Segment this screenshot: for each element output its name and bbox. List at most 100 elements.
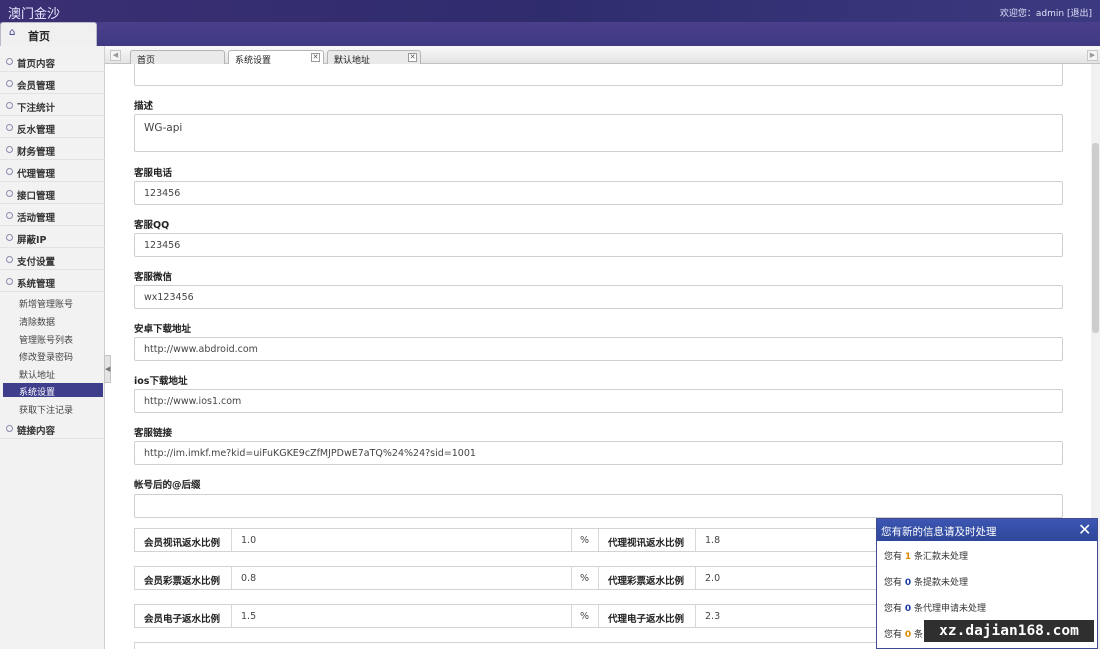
tab-default-address[interactable]: 默认地址 ✕ xyxy=(327,50,421,66)
tab-scroll-left-icon[interactable]: ◀ xyxy=(110,50,121,61)
sidebar-item-label: 财务管理 xyxy=(17,147,56,158)
field-label-account-suffix: 帐号后的@后缀 xyxy=(134,480,201,491)
tab-scroll-right-icon[interactable]: ▶ xyxy=(1087,50,1098,61)
plus-icon xyxy=(6,212,13,219)
plus-icon xyxy=(6,58,13,65)
header-band xyxy=(0,22,1100,46)
submenu-admin-list[interactable]: 管理账号列表 xyxy=(3,331,103,346)
sidebar-item-label: 首页内容 xyxy=(17,59,56,70)
tab-close-icon[interactable]: ✕ xyxy=(408,53,417,62)
field-value: 1.0 xyxy=(241,535,257,546)
sidebar-item-label: 下注统计 xyxy=(17,103,56,114)
account-suffix-input[interactable] xyxy=(134,494,1063,518)
plus-icon xyxy=(6,146,13,153)
notice-prefix: 您有 xyxy=(884,578,903,588)
notice-suffix: 条 xyxy=(914,630,924,640)
close-icon[interactable]: ✕ xyxy=(1078,520,1091,539)
notice-line[interactable]: 您有 0 条代理申请未处理 xyxy=(884,601,986,614)
field-label-service-link: 客服链接 xyxy=(134,428,173,439)
submenu-system-settings[interactable]: 系统设置 xyxy=(3,383,103,398)
notice-count: 1 xyxy=(904,552,912,562)
submenu-clear-data[interactable]: 清除数据 xyxy=(3,313,103,328)
submenu-label: 获取下注记录 xyxy=(19,406,74,416)
field-label-android-url: 安卓下载地址 xyxy=(134,324,192,335)
android-url-input[interactable]: http://www.abdroid.com xyxy=(134,337,1063,361)
sidebar-item-label: 会员管理 xyxy=(17,81,56,92)
plus-icon xyxy=(6,234,13,241)
notice-suffix: 条汇款未处理 xyxy=(914,552,969,562)
member-rebate-input[interactable]: 1.0 xyxy=(232,529,572,551)
agent-rebate-label: 代理电子返水比例 xyxy=(608,614,685,625)
field-value: http://www.abdroid.com xyxy=(144,344,258,355)
service-link-input[interactable]: http://im.imkf.me?kid=uiFuKGKE9cZfMJPDwE… xyxy=(134,441,1063,465)
sidebar-item-rebate[interactable]: 反水管理 xyxy=(0,118,105,138)
logout-link[interactable]: [退出] xyxy=(1067,9,1092,19)
member-rebate-label: 会员电子返水比例 xyxy=(144,614,221,625)
user-bar: 欢迎您：admin [退出] xyxy=(1000,6,1092,19)
home-main-tab[interactable]: ⌂ 首页 xyxy=(0,22,97,46)
percent-cell: % xyxy=(572,605,599,627)
notice-line[interactable]: 您有 0 条 xyxy=(884,627,923,640)
field-value: 1.5 xyxy=(241,611,257,622)
sidebar-item-system[interactable]: 系统管理 xyxy=(0,272,105,292)
field-value: 0.8 xyxy=(241,573,257,584)
sidebar-item-label: 代理管理 xyxy=(17,169,56,180)
sidebar-item-payment[interactable]: 支付设置 xyxy=(0,250,105,270)
rebate-cell: 代理视讯返水比例 xyxy=(599,529,696,551)
plus-icon xyxy=(6,168,13,175)
ios-url-input[interactable]: http://www.ios1.com xyxy=(134,389,1063,413)
tab-close-icon[interactable]: ✕ xyxy=(311,53,320,62)
field-value: wx123456 xyxy=(144,292,194,303)
notice-line[interactable]: 您有 1 条汇款未处理 xyxy=(884,549,968,562)
field-value: 2.0 xyxy=(705,573,721,584)
sidebar-item-activities[interactable]: 活动管理 xyxy=(0,206,105,226)
field-label-phone: 客服电话 xyxy=(134,168,173,179)
rebate-cell: 会员彩票返水比例 xyxy=(135,567,232,589)
plus-icon xyxy=(6,102,13,109)
qq-input[interactable]: 123456 xyxy=(134,233,1063,257)
field-value: 123456 xyxy=(144,188,181,199)
notice-suffix: 条提款未处理 xyxy=(914,578,969,588)
sidebar-collapse-handle[interactable]: ◀ xyxy=(104,355,111,383)
field-value: http://im.imkf.me?kid=uiFuKGKE9cZfMJPDwE… xyxy=(144,448,476,459)
sidebar-item-finance[interactable]: 财务管理 xyxy=(0,140,105,160)
phone-input[interactable]: 123456 xyxy=(134,181,1063,205)
sidebar-item-block-ip[interactable]: 屏蔽IP xyxy=(0,228,105,248)
field-value: WG-api xyxy=(144,122,183,134)
submenu-change-password[interactable]: 修改登录密码 xyxy=(3,348,103,363)
sidebar-item-bet-stats[interactable]: 下注统计 xyxy=(0,96,105,116)
member-rebate-input[interactable]: 1.5 xyxy=(232,605,572,627)
plus-icon xyxy=(6,124,13,131)
submenu-add-admin[interactable]: 新增管理账号 xyxy=(3,295,103,310)
percent-unit: % xyxy=(580,535,590,546)
tab-home[interactable]: 首页 xyxy=(130,50,225,66)
brand-title: 澳门金沙 xyxy=(8,7,61,22)
submenu-fetch-bets[interactable]: 获取下注记录 xyxy=(3,401,103,416)
welcome-text: 欢迎您：admin xyxy=(999,9,1065,19)
sidebar-item-label: 链接内容 xyxy=(17,426,56,437)
sidebar-item-label: 系统管理 xyxy=(17,279,56,290)
description-textarea[interactable]: WG-api xyxy=(134,114,1063,152)
notification-header: 您有新的信息请及时处理 ✕ xyxy=(877,519,1097,541)
home-icon: ⌂ xyxy=(9,27,16,38)
sidebar-item-links[interactable]: 链接内容 xyxy=(0,419,105,439)
scrollbar-thumb[interactable] xyxy=(1092,143,1099,333)
rebate-cell: 会员视讯返水比例 xyxy=(135,529,232,551)
tab-system-settings[interactable]: 系统设置 ✕ xyxy=(228,50,324,66)
wechat-input[interactable]: wx123456 xyxy=(134,285,1063,309)
percent-cell: % xyxy=(572,529,599,551)
sidebar-item-label: 活动管理 xyxy=(17,213,56,224)
sidebar-item-agents[interactable]: 代理管理 xyxy=(0,162,105,182)
sidebar-item-label: 反水管理 xyxy=(17,125,56,136)
minus-icon xyxy=(6,278,13,285)
sidebar-item-members[interactable]: 会员管理 xyxy=(0,74,105,94)
notification-title: 您有新的信息请及时处理 xyxy=(881,526,997,538)
submenu-default-address[interactable]: 默认地址 xyxy=(3,366,103,381)
notice-line[interactable]: 您有 0 条提款未处理 xyxy=(884,575,968,588)
sidebar-item-api[interactable]: 接口管理 xyxy=(0,184,105,204)
prev-textarea[interactable] xyxy=(134,64,1063,86)
sidebar-item-home-content[interactable]: 首页内容 xyxy=(0,52,105,72)
field-label-description: 描述 xyxy=(134,101,154,112)
member-rebate-input[interactable]: 0.8 xyxy=(232,567,572,589)
percent-cell: % xyxy=(572,567,599,589)
